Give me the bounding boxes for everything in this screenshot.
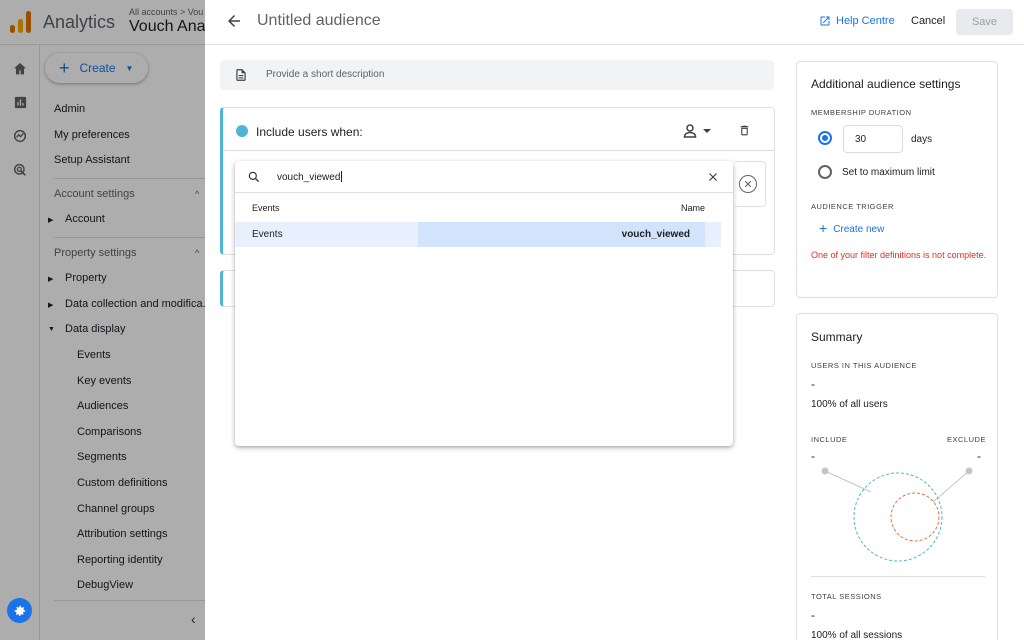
include-value: - bbox=[811, 449, 815, 463]
days-label: days bbox=[911, 134, 933, 145]
divider bbox=[811, 576, 985, 577]
person-scope-icon[interactable] bbox=[683, 124, 713, 143]
users-in-audience-caption: USERS IN THIS AUDIENCE bbox=[811, 361, 917, 370]
create-new-label: Create new bbox=[833, 224, 885, 235]
audience-venn-diagram bbox=[821, 467, 973, 562]
sessions-value: - bbox=[811, 608, 815, 622]
modal-scrim[interactable] bbox=[0, 0, 205, 640]
document-icon bbox=[234, 67, 248, 88]
audience-trigger-caption: AUDIENCE TRIGGER bbox=[811, 202, 894, 211]
summary-title: Summary bbox=[811, 330, 863, 344]
description-placeholder: Provide a short description bbox=[266, 69, 385, 80]
max-limit-label: Set to maximum limit bbox=[842, 167, 935, 178]
dropdown-result-row[interactable]: Events vouch_viewed bbox=[235, 222, 721, 247]
back-arrow-icon[interactable] bbox=[225, 12, 243, 30]
event-search-dropdown: vouch_viewed Events Name Events vouch_vi… bbox=[235, 161, 733, 446]
membership-duration-caption: MEMBERSHIP DURATION bbox=[811, 108, 912, 117]
include-pointer-line bbox=[824, 470, 872, 493]
include-venn-circle bbox=[853, 472, 943, 562]
cancel-button[interactable]: Cancel bbox=[911, 15, 945, 27]
users-percentage: 100% of all users bbox=[811, 399, 888, 410]
search-icon bbox=[247, 170, 261, 189]
collapse-nav-chevron-left-icon[interactable]: ‹ bbox=[191, 611, 196, 627]
help-centre-label: Help Centre bbox=[836, 15, 895, 27]
additional-settings-card: Additional audience settings MEMBERSHIP … bbox=[796, 61, 998, 298]
event-search-bar[interactable]: vouch_viewed bbox=[235, 161, 733, 193]
exclude-pointer-line bbox=[932, 470, 970, 503]
help-centre-link[interactable]: Help Centre bbox=[819, 15, 895, 27]
exclude-venn-circle bbox=[890, 492, 940, 542]
max-limit-radio[interactable] bbox=[818, 165, 832, 179]
sessions-percentage: 100% of all sessions bbox=[811, 630, 903, 640]
result-event-name[interactable]: vouch_viewed bbox=[622, 229, 690, 240]
remove-condition-icon[interactable]: ✕ bbox=[739, 175, 757, 193]
additional-settings-title: Additional audience settings bbox=[811, 77, 961, 91]
admin-gear-icon[interactable] bbox=[7, 598, 32, 623]
summary-card: Summary USERS IN THIS AUDIENCE - 100% of… bbox=[796, 313, 998, 640]
filter-error-message: One of your filter definitions is not co… bbox=[811, 250, 987, 260]
dropdown-column-name: Name bbox=[681, 203, 706, 213]
audience-editor-panel: Untitled audience Help Centre Cancel Sav… bbox=[205, 0, 1024, 640]
dropdown-column-category: Events bbox=[252, 203, 280, 213]
divider bbox=[223, 150, 775, 151]
description-field[interactable]: Provide a short description bbox=[220, 60, 774, 90]
panel-header: Untitled audience Help Centre Cancel Sav… bbox=[205, 0, 1024, 45]
open-external-icon bbox=[820, 16, 830, 26]
audience-title[interactable]: Untitled audience bbox=[257, 12, 381, 30]
save-button[interactable]: Save bbox=[956, 9, 1013, 35]
plus-icon: + bbox=[819, 220, 828, 236]
delete-icon[interactable] bbox=[738, 123, 751, 143]
membership-days-input[interactable]: 30 bbox=[843, 125, 903, 153]
exclude-caption: EXCLUDE bbox=[947, 435, 986, 444]
event-search-input[interactable]: vouch_viewed bbox=[277, 171, 343, 183]
exclude-value: - bbox=[977, 449, 981, 463]
condition-dot bbox=[236, 125, 248, 137]
clear-search-icon[interactable] bbox=[707, 170, 719, 188]
audience-editor-body: Provide a short description Include user… bbox=[205, 45, 1024, 640]
include-caption: INCLUDE bbox=[811, 435, 848, 444]
result-category: Events bbox=[252, 229, 283, 240]
create-trigger-button[interactable]: + Create new bbox=[819, 220, 884, 236]
users-value: - bbox=[811, 377, 815, 391]
days-radio[interactable] bbox=[818, 131, 832, 145]
total-sessions-caption: TOTAL SESSIONS bbox=[811, 592, 882, 601]
include-condition-title: Include users when: bbox=[256, 125, 363, 139]
